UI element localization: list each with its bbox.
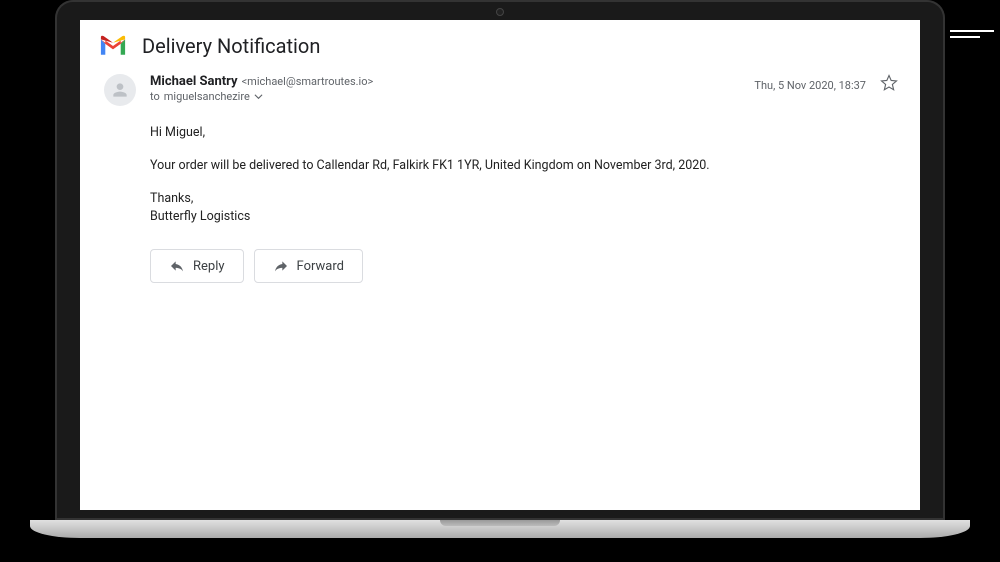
email-meta-right: Thu, 5 Nov 2020, 18:37 (754, 74, 898, 96)
laptop-notch (440, 520, 560, 526)
screen: Delivery Notification Michael Santry <mi… (80, 20, 920, 510)
decorative-side-marks (950, 30, 998, 60)
gmail-logo-icon (98, 35, 128, 57)
laptop-mockup: Delivery Notification Michael Santry <mi… (55, 0, 945, 540)
reply-label: Reply (193, 259, 225, 274)
sender-email: <michael@smartroutes.io> (242, 75, 374, 88)
body-greeting: Hi Miguel, (150, 124, 898, 143)
forward-icon (273, 258, 289, 274)
recipient-line[interactable]: to miguelsanchezire (150, 90, 754, 103)
camera-dot (496, 8, 504, 16)
reply-icon (169, 258, 185, 274)
body-signature: Butterfly Logistics (150, 209, 250, 224)
laptop-base (30, 520, 970, 538)
recipient-prefix: to (150, 90, 160, 103)
person-icon (110, 80, 130, 100)
forward-button[interactable]: Forward (254, 249, 363, 283)
body-message: Your order will be delivered to Callenda… (150, 157, 898, 176)
email-timestamp: Thu, 5 Nov 2020, 18:37 (754, 79, 866, 92)
sender-info: Michael Santry <michael@smartroutes.io> … (150, 74, 754, 103)
sender-avatar[interactable] (104, 74, 136, 106)
forward-label: Forward (297, 259, 344, 274)
email-actions: Reply Forward (80, 231, 920, 287)
sender-name: Michael Santry (150, 74, 238, 89)
star-outline-icon (880, 74, 898, 92)
email-body: Hi Miguel, Your order will be delivered … (80, 110, 920, 231)
reply-button[interactable]: Reply (150, 249, 244, 283)
email-meta-row: Michael Santry <michael@smartroutes.io> … (80, 64, 920, 110)
email-subject: Delivery Notification (142, 34, 320, 58)
star-button[interactable] (880, 74, 898, 96)
laptop-bezel: Delivery Notification Michael Santry <mi… (55, 0, 945, 520)
recipient-name: miguelsanchezire (164, 90, 250, 103)
email-subject-header: Delivery Notification (80, 20, 920, 64)
body-thanks: Thanks, (150, 191, 193, 206)
chevron-down-icon (254, 92, 263, 101)
